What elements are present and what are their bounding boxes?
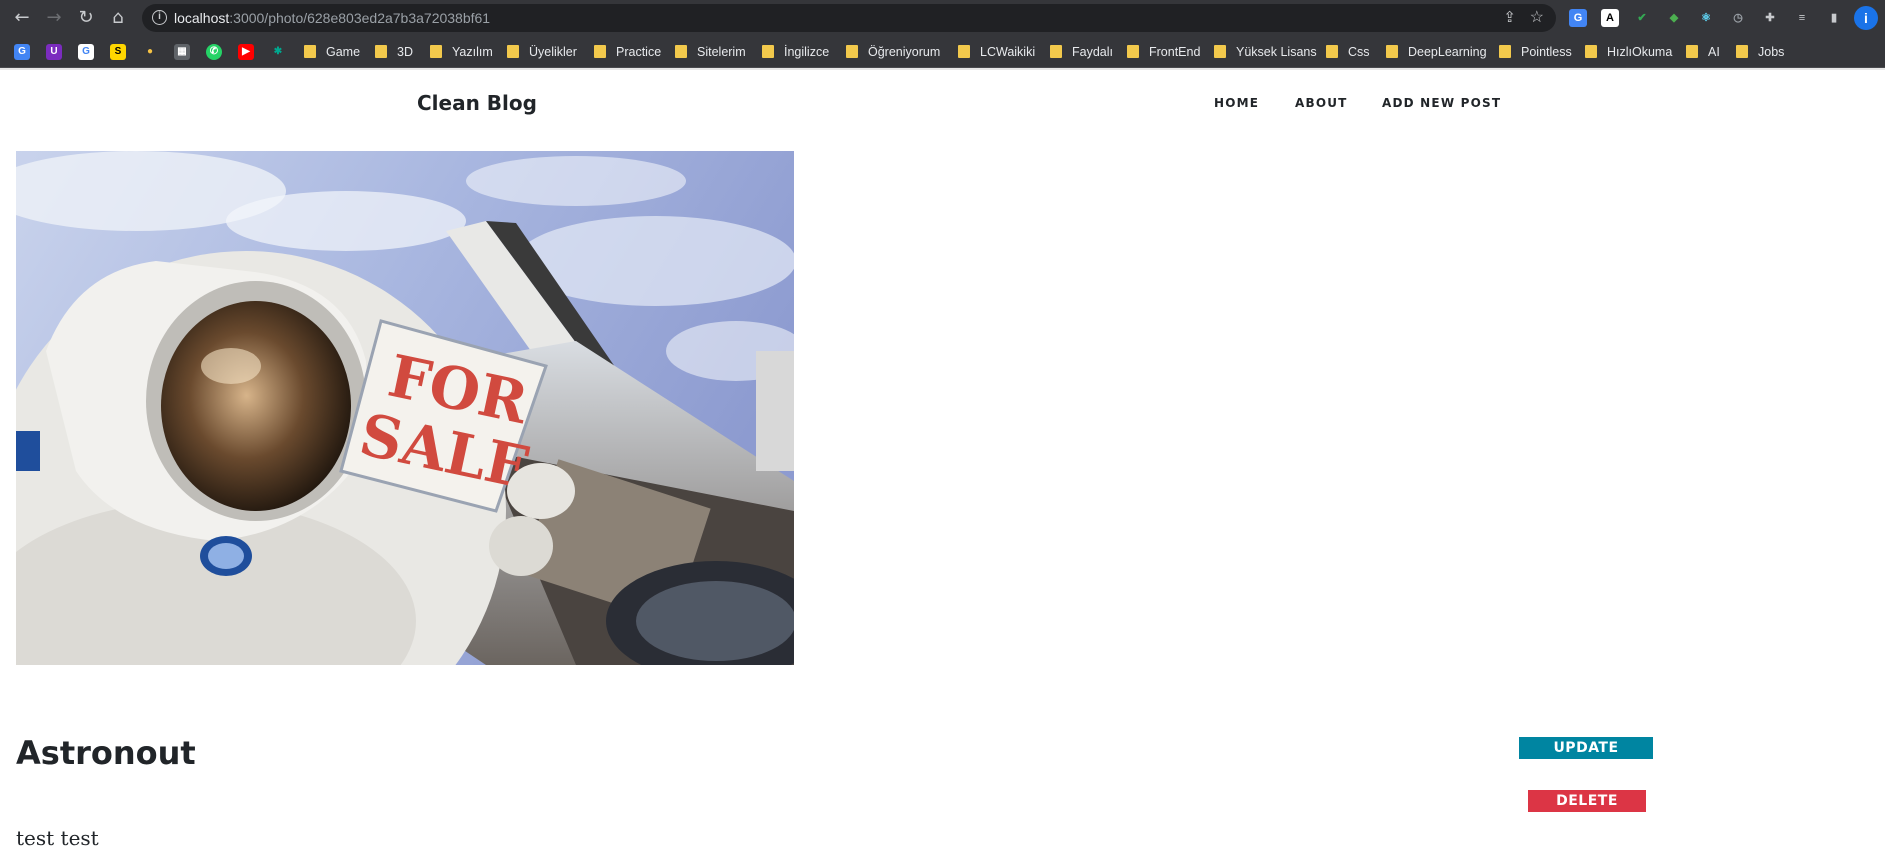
post-photo: FOR SALE bbox=[16, 151, 794, 665]
google-bookmark-icon[interactable]: G bbox=[78, 44, 94, 60]
folder-icon bbox=[1499, 45, 1511, 58]
bookmark-folder[interactable]: Yüksek Lisans bbox=[1214, 42, 1317, 62]
bookmark-folder[interactable]: LCWaikiki bbox=[958, 42, 1035, 62]
folder-icon bbox=[958, 45, 970, 58]
u-bookmark-icon[interactable]: U bbox=[46, 44, 62, 60]
clock-extension-icon[interactable]: ◷ bbox=[1729, 9, 1747, 27]
bookmark-folder[interactable]: Yazılım bbox=[430, 42, 493, 62]
folder-icon bbox=[1585, 45, 1597, 58]
folder-icon bbox=[1050, 45, 1062, 58]
url-host: localhost bbox=[174, 10, 230, 26]
s-bookmark-icon[interactable]: S bbox=[110, 44, 126, 60]
nav-about-link[interactable]: ABOUT bbox=[1295, 96, 1348, 110]
folder-icon bbox=[375, 45, 387, 58]
folder-icon bbox=[1214, 45, 1226, 58]
folder-icon bbox=[1686, 45, 1698, 58]
translate-extension-icon[interactable]: G bbox=[1569, 9, 1587, 27]
reload-icon[interactable]: ↻ bbox=[74, 6, 98, 30]
bookmark-folder[interactable]: Öğreniyorum bbox=[846, 42, 940, 62]
folder-icon bbox=[1736, 45, 1748, 58]
bookmark-folder[interactable]: İngilizce bbox=[762, 42, 829, 62]
folder-icon bbox=[1386, 45, 1398, 58]
address-bar[interactable]: i localhost:3000/photo/628e803ed2a7b3a72… bbox=[142, 4, 1556, 32]
bookmarks-bar: G U G S ● ▦ ✆ ▶ ✱ Game 3D Yazılım Üyelik… bbox=[0, 36, 1885, 68]
bookmark-folder[interactable]: Css bbox=[1326, 42, 1370, 62]
site-navbar: Clean Blog HOME ABOUT ADD NEW POST bbox=[0, 68, 1885, 115]
translate-bookmark-icon[interactable]: G bbox=[14, 44, 30, 60]
bookmark-folder[interactable]: Pointless bbox=[1499, 42, 1572, 62]
bookmark-folder[interactable]: Game bbox=[304, 42, 360, 62]
back-arrow-icon[interactable]: ← bbox=[10, 6, 34, 30]
folder-icon bbox=[762, 45, 774, 58]
bookmark-folder[interactable]: DeepLearning bbox=[1386, 42, 1487, 62]
side-panel-icon[interactable]: ▮ bbox=[1825, 9, 1843, 27]
folder-icon bbox=[594, 45, 606, 58]
globe-extension-icon[interactable]: ◆ bbox=[1665, 9, 1683, 27]
post-description: test test bbox=[16, 826, 99, 850]
url-path: :3000/photo/628e803ed2a7b3a72038bf61 bbox=[229, 10, 491, 26]
bookmark-folder[interactable]: Faydalı bbox=[1050, 42, 1113, 62]
bookmark-folder[interactable]: AI bbox=[1686, 42, 1720, 62]
bookmark-folder[interactable]: Üyelikler bbox=[507, 42, 577, 62]
info-icon[interactable]: i bbox=[152, 10, 167, 25]
post-title: Astronout bbox=[16, 734, 196, 772]
whatsapp-bookmark-icon[interactable]: ✆ bbox=[206, 44, 222, 60]
reading-list-icon[interactable]: ≡ bbox=[1793, 9, 1811, 27]
bookmark-star-icon[interactable]: ☆ bbox=[1530, 7, 1544, 27]
profile-avatar[interactable]: i bbox=[1854, 6, 1878, 30]
youtube-bookmark-icon[interactable]: ▶ bbox=[238, 44, 254, 60]
update-details-button[interactable]: UPDATE DETAILS bbox=[1519, 737, 1653, 778]
folder-icon bbox=[1127, 45, 1139, 58]
delete-photo-button[interactable]: DELETE PHOTO bbox=[1528, 790, 1646, 831]
url-text[interactable]: localhost:3000/photo/628e803ed2a7b3a7203… bbox=[174, 10, 490, 26]
bookmark-folder[interactable]: Sitelerim bbox=[675, 42, 746, 62]
font-extension-icon[interactable]: A bbox=[1601, 9, 1619, 27]
bookmark-folder[interactable]: Practice bbox=[594, 42, 661, 62]
bookmark-folder[interactable]: 3D bbox=[375, 42, 413, 62]
share-icon[interactable]: ⇪ bbox=[1503, 8, 1516, 26]
check-extension-icon[interactable]: ✔ bbox=[1633, 9, 1651, 27]
react-extension-icon[interactable]: ⚛ bbox=[1697, 9, 1715, 27]
folder-icon bbox=[675, 45, 687, 58]
teal-bookmark-icon[interactable]: ✱ bbox=[270, 44, 286, 60]
site-brand[interactable]: Clean Blog bbox=[417, 91, 537, 115]
nav-home-link[interactable]: HOME bbox=[1214, 96, 1259, 110]
browser-toolbar: ← → ↻ ⌂ i localhost:3000/photo/628e803ed… bbox=[0, 0, 1885, 36]
bookmark-folder[interactable]: FrontEnd bbox=[1127, 42, 1200, 62]
folder-icon bbox=[304, 45, 316, 58]
bookmark-folder[interactable]: HızlıOkuma bbox=[1585, 42, 1672, 62]
folder-icon bbox=[1326, 45, 1338, 58]
home-icon[interactable]: ⌂ bbox=[106, 6, 130, 30]
nav-add-post-link[interactable]: ADD NEW POST bbox=[1382, 96, 1501, 110]
folder-icon bbox=[430, 45, 442, 58]
forward-arrow-icon[interactable]: → bbox=[42, 6, 66, 30]
bookmark-folder[interactable]: Jobs bbox=[1736, 42, 1784, 62]
folder-icon bbox=[507, 45, 519, 58]
lightbulb-bookmark-icon[interactable]: ● bbox=[142, 44, 158, 60]
folder-icon bbox=[846, 45, 858, 58]
extensions-puzzle-icon[interactable]: ✚ bbox=[1761, 9, 1779, 27]
calendar-bookmark-icon[interactable]: ▦ bbox=[174, 44, 190, 60]
